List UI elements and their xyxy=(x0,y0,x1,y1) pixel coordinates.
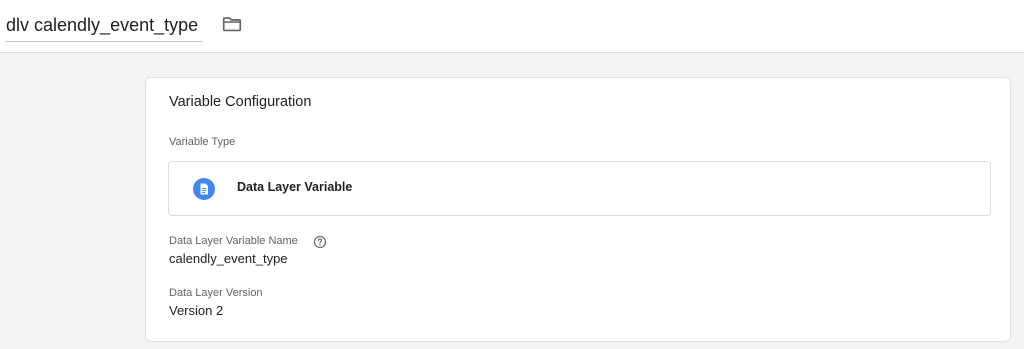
version-label: Data Layer Version xyxy=(169,287,263,299)
version-value: Version 2 xyxy=(169,303,224,318)
variable-title[interactable]: dlv calendly_event_type xyxy=(6,15,198,35)
top-bar: dlv calendly_event_type xyxy=(0,0,1024,53)
help-icon[interactable] xyxy=(313,235,327,249)
dlv-name-value: calendly_event_type xyxy=(169,251,288,266)
variable-type-selector[interactable]: Data Layer Variable xyxy=(168,161,991,216)
variable-name-field[interactable]: dlv calendly_event_type xyxy=(6,12,203,42)
dlv-name-label: Data Layer Variable Name xyxy=(169,235,298,247)
card-title: Variable Configuration xyxy=(169,94,312,110)
variable-configuration-card: Variable Configuration Variable Type Dat… xyxy=(145,77,1011,342)
document-icon xyxy=(193,178,215,200)
variable-type-label: Variable Type xyxy=(169,136,236,148)
variable-type-name: Data Layer Variable xyxy=(237,180,353,194)
folder-icon[interactable] xyxy=(221,13,243,35)
